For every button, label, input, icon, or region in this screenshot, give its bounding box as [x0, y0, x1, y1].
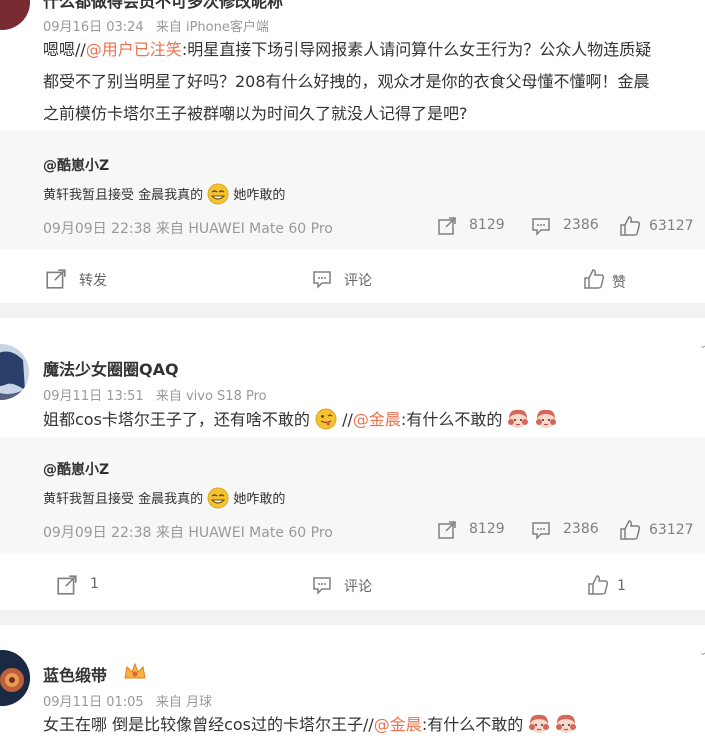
comment-icon[interactable]	[531, 216, 551, 236]
more-chevron-icon[interactable]: ⌄	[699, 340, 705, 351]
avatar-art	[0, 351, 29, 400]
quote-comment-count[interactable]: 2386	[563, 521, 599, 537]
like-button[interactable]: 赞	[612, 272, 626, 292]
mention-link[interactable]: @用户已注笑	[86, 40, 182, 59]
post-time[interactable]: 09月16日 03:24	[43, 20, 144, 35]
avatar[interactable]	[0, 650, 30, 706]
post-card-1: 什么都做得会员不可多次修改昵称 09月16日 03:24 来自 iPhone客户…	[0, 0, 705, 303]
quoted-post[interactable]: @酷崽小Z 黄轩我暂且接受 金晨我真的 她咋敢的 09月09日 22:38 来自…	[0, 131, 705, 249]
post-meta: 09月11日 13:51 来自 vivo S18 Pro	[43, 385, 267, 404]
quote-repost-count[interactable]: 8129	[469, 217, 505, 233]
post-text: 女王在哪 倒是比较像曾经cos过的卡塔尔王子//@金晨:有什么不敢的	[43, 710, 577, 740]
quote-meta: 09月09日 22:38 来自 HUAWEI Mate 60 Pro	[43, 221, 333, 237]
grin-emoji	[207, 487, 229, 508]
like-icon[interactable]	[587, 574, 609, 596]
quote-repost-count[interactable]: 8129	[469, 521, 505, 537]
quote-text: 黄轩我暂且接受 金晨我真的 她咋敢的	[43, 487, 285, 509]
post-meta: 09月11日 01:05 来自 月球	[43, 691, 212, 710]
post-source: 来自 vivo S18 Pro	[155, 389, 267, 404]
avatar[interactable]	[0, 344, 29, 400]
like-icon[interactable]	[619, 215, 641, 237]
girl-emoji	[556, 714, 577, 733]
girl-emoji	[535, 409, 556, 428]
like-icon[interactable]	[583, 268, 605, 290]
mention-link[interactable]: @金晨	[353, 410, 401, 429]
quote-meta: 09月09日 22:38 来自 HUAWEI Mate 60 Pro	[43, 525, 333, 541]
post-source: 来自 iPhone客户端	[155, 20, 269, 35]
repost-button[interactable]: 1	[90, 576, 99, 592]
repost-icon[interactable]	[56, 574, 78, 596]
post-card-3: ⌄ 蓝色缎带 09月11日 01:05 来自 月球 女王在哪 倒是比较像曾经co…	[0, 625, 705, 756]
like-icon[interactable]	[619, 519, 641, 541]
post-meta: 09月16日 03:24 来自 iPhone客户端	[43, 16, 269, 35]
comment-button[interactable]: 评论	[344, 576, 372, 596]
quote-like-count[interactable]: 63127	[649, 522, 694, 538]
quote-like-count[interactable]: 63127	[649, 218, 694, 234]
post-text: 姐都cos卡塔尔王子了，还有啥不敢的 //@金晨:有什么不敢的	[43, 405, 557, 435]
quoted-post[interactable]: @酷崽小Z 黄轩我暂且接受 金晨我真的 她咋敢的 09月09日 22:38 来自…	[0, 437, 705, 554]
avatar-art	[0, 650, 30, 706]
crown-badge-icon[interactable]	[123, 662, 147, 682]
post-time[interactable]: 09月11日 01:05	[43, 695, 144, 710]
post-text-line-2: 都受不了别当明星了好吗？208有什么好拽的，观众才是你的衣食父母懂不懂啊！金晨	[43, 72, 650, 91]
post-text-line-3: 之前模仿卡塔尔王子被群嘲以为时间久了就没人记得了是吧?	[43, 104, 468, 123]
repost-button[interactable]: 转发	[79, 270, 107, 290]
repost-icon[interactable]	[437, 216, 457, 236]
quote-comment-count[interactable]: 2386	[563, 217, 599, 233]
post-text-line-1: 嗯嗯//@用户已注笑:明星直接下场引导网报素人请问算什么女王行为？公众人物连质疑	[43, 40, 652, 59]
post-partial-title: 什么都做得会员不可多次修改昵称	[43, 0, 284, 11]
more-chevron-icon[interactable]: ⌄	[699, 647, 705, 658]
repost-icon[interactable]	[437, 520, 457, 540]
post-card-2: ⌄ 魔法少女圈圈QAQ 09月11日 13:51 来自 vivo S18 Pro…	[0, 318, 705, 610]
comment-icon[interactable]	[312, 575, 332, 595]
mention-link[interactable]: @金晨	[374, 715, 422, 734]
quote-author[interactable]: @酷崽小Z	[43, 155, 109, 175]
like-button[interactable]: 1	[617, 578, 626, 594]
comment-button[interactable]: 评论	[344, 270, 372, 290]
girl-emoji	[529, 714, 550, 733]
post-author[interactable]: 蓝色缎带	[43, 662, 107, 686]
avatar[interactable]	[0, 0, 30, 30]
repost-icon[interactable]	[45, 268, 67, 290]
girl-emoji	[508, 409, 529, 428]
post-author[interactable]: 魔法少女圈圈QAQ	[43, 356, 179, 380]
comment-icon[interactable]	[312, 269, 332, 289]
post-time[interactable]: 09月11日 13:51	[43, 389, 144, 404]
grin-emoji	[207, 183, 229, 204]
quote-author[interactable]: @酷崽小Z	[43, 459, 109, 479]
quote-text: 黄轩我暂且接受 金晨我真的 她咋敢的	[43, 183, 285, 205]
tongue-emoji	[315, 408, 337, 429]
post-source: 来自 月球	[155, 695, 212, 710]
comment-icon[interactable]	[531, 520, 551, 540]
